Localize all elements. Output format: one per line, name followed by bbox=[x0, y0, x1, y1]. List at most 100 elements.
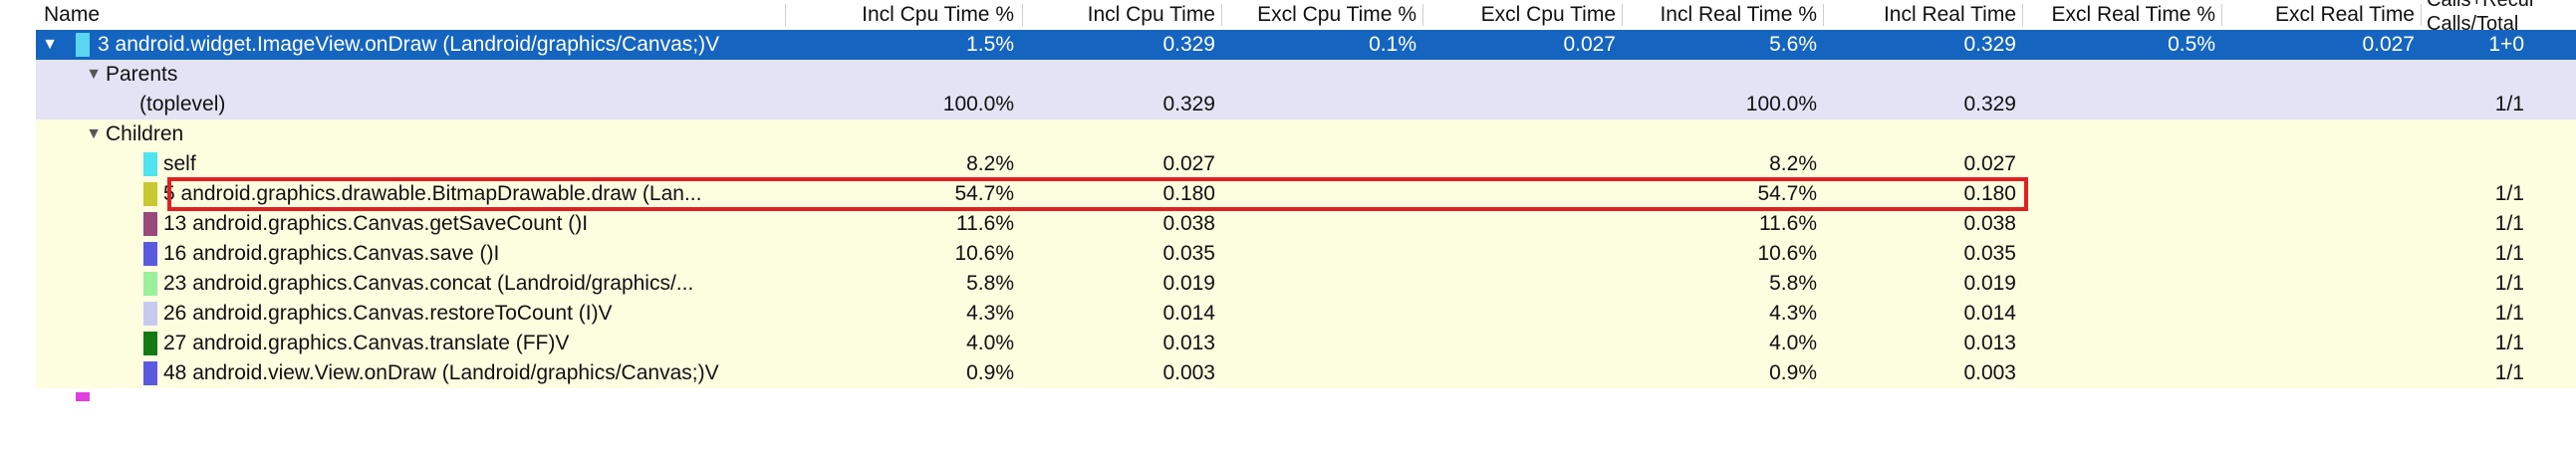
incl-cpu-pct: 0.9% bbox=[966, 361, 1014, 384]
profiler-table: Name Incl Cpu Time % Incl Cpu Time Excl … bbox=[36, 0, 2576, 401]
table-row[interactable]: 48 android.view.View.onDraw (Landroid/gr… bbox=[36, 358, 2576, 388]
color-swatch bbox=[143, 332, 157, 355]
incl-real-pct: 11.6% bbox=[1759, 212, 1817, 235]
column-header-name[interactable]: Name bbox=[44, 0, 100, 30]
incl-cpu-pct: 4.3% bbox=[966, 302, 1014, 325]
incl-cpu: 0.329 bbox=[1162, 33, 1215, 56]
incl-real: 0.180 bbox=[1963, 182, 2016, 205]
group-label: Children bbox=[106, 122, 184, 145]
table-row[interactable]: (toplevel) 100.0% 0.329 100.0% 0.329 1/1 bbox=[36, 90, 2576, 119]
method-name: 26 android.graphics.Canvas.restoreToCoun… bbox=[163, 302, 613, 325]
incl-cpu-pct: 5.8% bbox=[966, 272, 1014, 295]
left-gutter bbox=[0, 0, 36, 401]
table-row[interactable]: 26 android.graphics.Canvas.restoreToCoun… bbox=[36, 299, 2576, 329]
incl-real-pct: 4.0% bbox=[1769, 332, 1817, 354]
calls: 1+0 bbox=[2488, 33, 2524, 56]
table-header: Name Incl Cpu Time % Incl Cpu Time Excl … bbox=[36, 0, 2576, 35]
incl-real: 0.014 bbox=[1963, 302, 2016, 325]
incl-real: 0.003 bbox=[1963, 361, 2016, 384]
incl-real-pct: 4.3% bbox=[1769, 302, 1817, 325]
calls: 1/1 bbox=[2494, 332, 2524, 354]
incl-cpu-pct: 8.2% bbox=[966, 152, 1014, 175]
group-label: Parents bbox=[106, 63, 178, 86]
table-row[interactable]: self 8.2% 0.027 8.2% 0.027 bbox=[36, 149, 2576, 179]
method-name: 13 android.graphics.Canvas.getSaveCount … bbox=[163, 212, 589, 235]
calls: 1/1 bbox=[2494, 182, 2524, 205]
incl-cpu-pct: 10.6% bbox=[954, 242, 1014, 265]
incl-real: 0.019 bbox=[1963, 272, 2016, 295]
table-row-partial[interactable]: ▶ bbox=[36, 392, 2576, 401]
table-row[interactable]: 27 android.graphics.Canvas.translate (FF… bbox=[36, 329, 2576, 358]
table-row-selected[interactable]: ▼ 3 android.widget.ImageView.onDraw (Lan… bbox=[36, 30, 2576, 60]
collapse-triangle-icon[interactable]: ▼ bbox=[84, 60, 104, 90]
table-row[interactable]: 16 android.graphics.Canvas.save ()I 10.6%… bbox=[36, 239, 2576, 269]
incl-cpu: 0.329 bbox=[1162, 93, 1215, 115]
table-row[interactable]: 5 android.graphics.drawable.BitmapDrawab… bbox=[36, 179, 2576, 209]
column-header-excl-real-pct[interactable]: Excl Real Time % bbox=[2026, 0, 2215, 30]
incl-cpu: 0.180 bbox=[1162, 182, 1215, 205]
calls: 1/1 bbox=[2494, 242, 2524, 265]
method-name: 23 android.graphics.Canvas.concat (Landr… bbox=[163, 272, 694, 295]
incl-real: 0.027 bbox=[1963, 152, 2016, 175]
incl-cpu: 0.014 bbox=[1162, 302, 1215, 325]
method-name: (toplevel) bbox=[139, 93, 226, 115]
column-header-excl-cpu-pct[interactable]: Excl Cpu Time % bbox=[1225, 0, 1417, 30]
incl-real-pct: 5.6% bbox=[1769, 33, 1817, 56]
column-header-incl-cpu-pct[interactable]: Incl Cpu Time % bbox=[789, 0, 1014, 30]
incl-real: 0.329 bbox=[1963, 33, 2016, 56]
method-name: self bbox=[163, 152, 196, 175]
calls: 1/1 bbox=[2494, 212, 2524, 235]
incl-real: 0.329 bbox=[1963, 93, 2016, 115]
excl-real: 0.027 bbox=[2362, 33, 2415, 56]
incl-real-pct: 0.9% bbox=[1769, 361, 1817, 384]
column-header-incl-cpu[interactable]: Incl Cpu Time bbox=[1026, 0, 1215, 30]
excl-real-pct: 0.5% bbox=[2168, 33, 2215, 56]
color-swatch bbox=[143, 212, 157, 236]
incl-cpu-pct: 11.6% bbox=[956, 212, 1014, 235]
column-header-incl-real[interactable]: Incl Real Time bbox=[1827, 0, 2016, 30]
color-swatch bbox=[76, 392, 90, 401]
incl-real-pct: 5.8% bbox=[1769, 272, 1817, 295]
incl-cpu-pct: 1.5% bbox=[966, 33, 1014, 56]
incl-cpu: 0.035 bbox=[1162, 242, 1215, 265]
incl-real: 0.035 bbox=[1963, 242, 2016, 265]
table-row[interactable]: 23 android.graphics.Canvas.concat (Landr… bbox=[36, 269, 2576, 299]
method-name: 27 android.graphics.Canvas.translate (FF… bbox=[163, 332, 570, 354]
color-swatch bbox=[143, 182, 157, 206]
color-swatch bbox=[143, 302, 157, 326]
incl-real-pct: 10.6% bbox=[1757, 242, 1817, 265]
calls: 1/1 bbox=[2494, 272, 2524, 295]
color-swatch bbox=[143, 152, 157, 176]
expand-triangle-icon[interactable]: ▶ bbox=[40, 392, 60, 401]
collapse-triangle-icon[interactable]: ▼ bbox=[40, 30, 60, 60]
calls: 1/1 bbox=[2494, 361, 2524, 384]
column-header-incl-real-pct[interactable]: Incl Real Time % bbox=[1626, 0, 1817, 30]
column-header-calls[interactable]: Calls+Recur Calls/Total bbox=[2427, 0, 2576, 35]
method-name: 16 android.graphics.Canvas.save ()I bbox=[163, 242, 500, 265]
method-name: 48 android.view.View.onDraw (Landroid/gr… bbox=[163, 361, 719, 384]
parents-group-header[interactable]: ▼ Parents bbox=[36, 60, 2576, 90]
incl-cpu-pct: 100.0% bbox=[942, 93, 1014, 115]
incl-real-pct: 54.7% bbox=[1757, 182, 1817, 205]
method-name: 3 android.widget.ImageView.onDraw (Landr… bbox=[98, 33, 720, 56]
method-name: 5 android.graphics.drawable.BitmapDrawab… bbox=[163, 182, 702, 205]
incl-real-pct: 8.2% bbox=[1769, 152, 1817, 175]
children-group-header[interactable]: ▼ Children bbox=[36, 119, 2576, 149]
incl-cpu: 0.027 bbox=[1162, 152, 1215, 175]
incl-cpu: 0.003 bbox=[1162, 361, 1215, 384]
incl-real: 0.038 bbox=[1963, 212, 2016, 235]
incl-cpu-pct: 4.0% bbox=[966, 332, 1014, 354]
column-header-excl-cpu[interactable]: Excl Cpu Time bbox=[1426, 0, 1616, 30]
column-header-excl-real[interactable]: Excl Real Time bbox=[2225, 0, 2415, 30]
incl-cpu: 0.019 bbox=[1162, 272, 1215, 295]
collapse-triangle-icon[interactable]: ▼ bbox=[84, 119, 104, 149]
color-swatch bbox=[143, 272, 157, 296]
color-swatch bbox=[143, 361, 157, 385]
color-swatch bbox=[143, 242, 157, 266]
table-row[interactable]: 13 android.graphics.Canvas.getSaveCount … bbox=[36, 209, 2576, 239]
incl-cpu: 0.013 bbox=[1162, 332, 1215, 354]
excl-cpu: 0.027 bbox=[1563, 33, 1616, 56]
calls bbox=[2425, 149, 2524, 179]
incl-real-pct: 100.0% bbox=[1745, 93, 1817, 115]
incl-cpu: 0.038 bbox=[1162, 212, 1215, 235]
